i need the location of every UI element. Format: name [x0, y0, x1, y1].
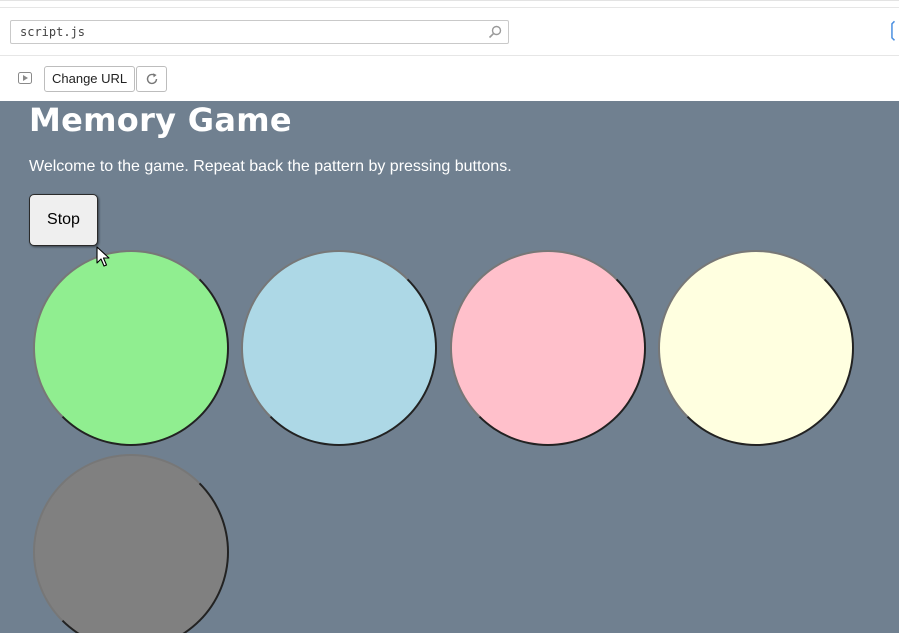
game-title: Memory Game	[29, 101, 292, 139]
play-icon[interactable]	[18, 72, 32, 84]
pad-light-blue[interactable]	[241, 250, 437, 446]
reload-button[interactable]	[136, 66, 167, 92]
address-input-value: script.js	[20, 25, 86, 39]
search-icon[interactable]	[488, 25, 502, 39]
game-instructions: Welcome to the game. Repeat back the pat…	[29, 158, 512, 175]
pad-green[interactable]	[33, 250, 229, 446]
preview-toolbar: Change URL	[0, 56, 899, 102]
pad-gray[interactable]	[33, 454, 229, 633]
stop-button[interactable]: Stop	[29, 194, 98, 246]
game-page: Memory Game Welcome to the game. Repeat …	[0, 101, 899, 633]
truncated-edge-glyph: ❲	[884, 20, 899, 40]
reload-icon	[146, 73, 158, 85]
address-bar-row: script.js ❲	[0, 7, 899, 56]
change-url-button[interactable]: Change URL	[44, 66, 136, 92]
pad-pink[interactable]	[450, 250, 646, 446]
pad-light-yellow[interactable]	[658, 250, 854, 446]
address-input[interactable]: script.js	[10, 20, 509, 44]
browser-toolbar: script.js ❲ Change URL	[0, 0, 899, 101]
